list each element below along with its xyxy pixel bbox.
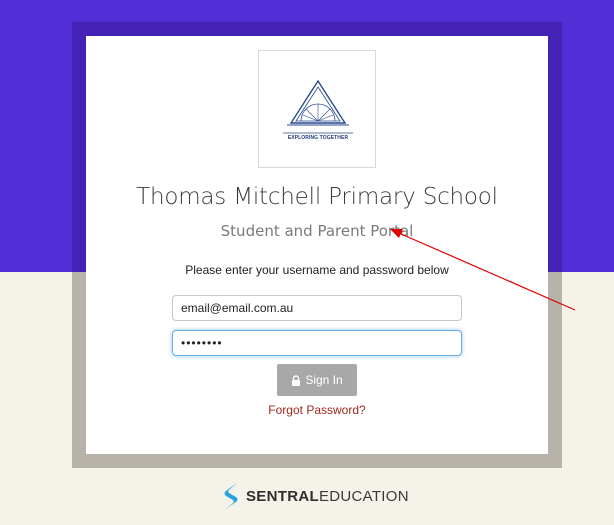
annotation-arrow	[390, 229, 576, 311]
